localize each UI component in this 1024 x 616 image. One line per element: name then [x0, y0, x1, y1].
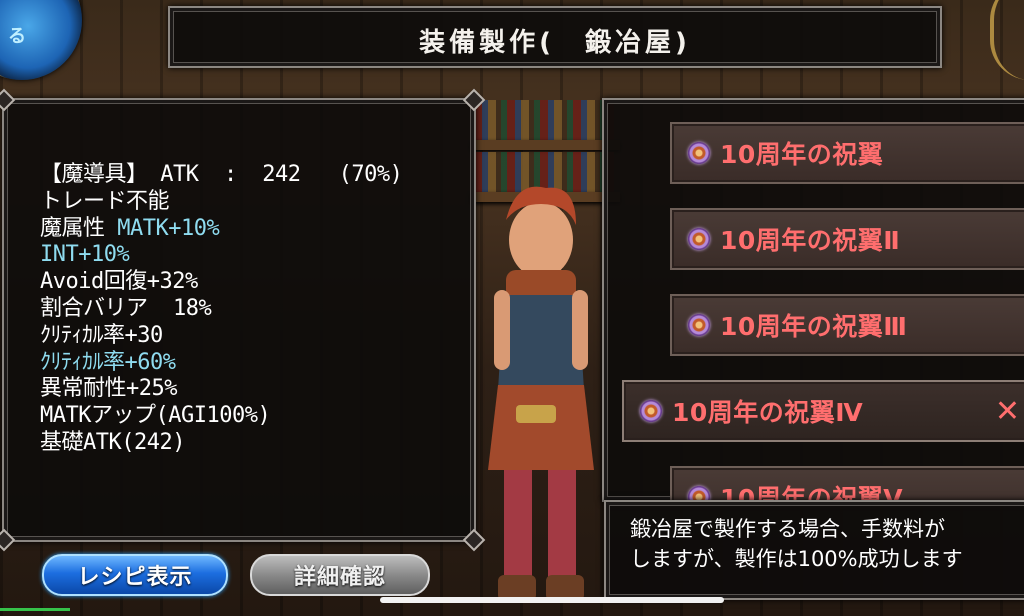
bookshelf-row [474, 100, 614, 140]
page-title: 装備製作( 鍛冶屋) [419, 28, 691, 58]
item-stats-list: 【魔導具】 ATK : 242 (70%) トレード不能 魔属性 MATK+10% I… [40, 162, 403, 457]
stat-text: 【魔導具】 ATK : 242 (70%) [40, 162, 403, 187]
bookshelf-shelf [470, 140, 620, 150]
recipe-item[interactable]: 10周年の祝翼 [670, 122, 1024, 184]
stat-line: ｸﾘﾃｨｶﾙ率+30 [40, 323, 402, 350]
title-bar: 装備製作( 鍛冶屋) [168, 6, 942, 68]
stat-text: INT+10% [40, 242, 130, 268]
blacksmith-character [488, 186, 594, 601]
info-line-1: 鍛冶屋で製作する場合、手数料が [630, 517, 945, 541]
stat-extra: MATK+10% [104, 215, 220, 241]
info-message-panel: 鍛冶屋で製作する場合、手数料が しますが、製作は100%成功します [604, 500, 1024, 600]
stat-text: 異常耐性+25% [40, 376, 177, 402]
stat-text: 割合バリア 18% [40, 295, 212, 321]
home-indicator[interactable] [380, 597, 724, 603]
recipe-item-label: 10周年の祝翼Ⅳ [672, 398, 864, 427]
stat-text: 基礎ATK(242) [40, 429, 185, 455]
wing-gem-icon [688, 228, 710, 250]
stat-text: ｸﾘﾃｨｶﾙ率+30 [40, 322, 163, 348]
recipe-item[interactable]: 10周年の祝翼Ⅲ [670, 294, 1024, 356]
detail-check-button[interactable]: 詳細確認 [250, 554, 430, 596]
stat-line: 異常耐性+25% [40, 376, 402, 403]
stat-text: トレード不能 [40, 188, 170, 214]
stat-line: 魔属性 MATK+10% [40, 216, 402, 243]
info-message: 鍛冶屋で製作する場合、手数料が しますが、製作は100%成功します [630, 514, 963, 574]
stat-text: 魔属性 [40, 215, 105, 241]
stat-line: MATKアップ(AGI100%) [40, 403, 402, 430]
stat-line: Avoid回復+32% [40, 269, 402, 296]
stat-line: INT+10% [40, 242, 402, 269]
close-icon[interactable]: ✕ [995, 394, 1020, 429]
wing-gem-icon [688, 142, 710, 164]
stat-line: 割合バリア 18% [40, 296, 402, 323]
recipe-item-label: 10周年の祝翼Ⅴ [720, 484, 904, 502]
wing-gem-icon [640, 400, 662, 422]
stat-text: ｸﾘﾃｨｶﾙ率+60% [40, 349, 176, 375]
recipe-item-label: 10周年の祝翼Ⅱ [720, 226, 901, 255]
recipe-list-panel: 10周年の祝翼 10周年の祝翼Ⅱ 10周年の祝翼Ⅲ 10周年の祝翼Ⅳ ✕ 10周年の祝翼Ⅴ [602, 98, 1024, 502]
recipe-item[interactable]: 10周年の祝翼Ⅱ [670, 208, 1024, 270]
stat-line: ｸﾘﾃｨｶﾙ率+60% [40, 350, 402, 377]
menu-medallion-label: る [8, 26, 26, 47]
recipe-item[interactable]: 10周年の祝翼Ⅳ ✕ [622, 380, 1024, 442]
progress-line [0, 608, 70, 611]
recipe-item-label: 10周年の祝翼Ⅲ [720, 312, 908, 341]
wing-gem-icon [688, 314, 710, 336]
stat-line: トレード不能 [40, 189, 402, 216]
info-line-2: しますが、製作は100%成功します [630, 547, 963, 571]
show-recipe-button[interactable]: レシピ表示 [42, 554, 228, 596]
recipe-item[interactable]: 10周年の祝翼Ⅴ [670, 466, 1024, 502]
stat-text: Avoid回復+32% [40, 269, 198, 295]
stat-text: MATKアップ(AGI100%) [40, 403, 271, 429]
stat-line: 基礎ATK(242) [40, 430, 402, 457]
item-stats-panel: 【魔導具】 ATK : 242 (70%) トレード不能 魔属性 MATK+10% I… [0, 88, 486, 552]
recipe-item-label: 10周年の祝翼 [720, 140, 884, 169]
stat-line: 【魔導具】 ATK : 242 (70%) [40, 162, 403, 189]
